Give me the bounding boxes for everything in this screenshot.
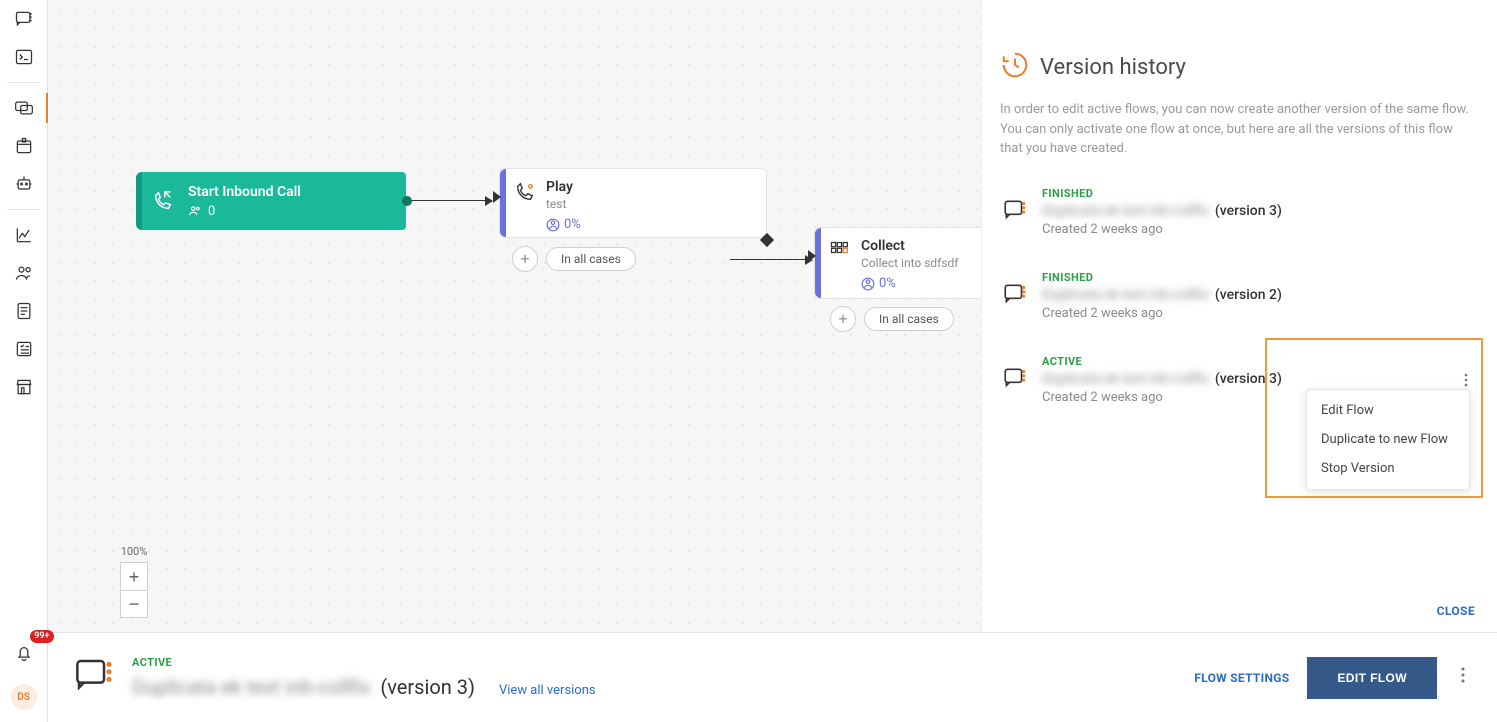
- edge-start-to-play: [406, 200, 492, 201]
- version-status: FINISHED: [1042, 187, 1282, 200]
- person-pct-icon: [861, 277, 875, 291]
- panel-close-button[interactable]: CLOSE: [1437, 604, 1475, 618]
- sidebar-item-analytics[interactable]: [0, 216, 48, 254]
- user-avatar[interactable]: DS: [11, 684, 37, 710]
- node-play[interactable]: Play test 0%: [499, 168, 767, 238]
- footer-bar: ACTIVE Duplicata ek text inb-collfix (ve…: [48, 632, 1497, 722]
- node-pct: 0%: [879, 276, 896, 291]
- sidebar-item-terminal[interactable]: [0, 38, 48, 76]
- zoom-level: 100%: [121, 545, 148, 558]
- version-status: ACTIVE: [1042, 355, 1282, 368]
- edit-flow-button[interactable]: EDIT FLOW: [1307, 657, 1437, 699]
- edge-play-to-collect: [730, 259, 812, 260]
- version-row[interactable]: FINISHED Duplicata ek text inb-collfix (…: [994, 257, 1485, 335]
- version-menu-button[interactable]: [1455, 369, 1477, 391]
- chat-icon: [1002, 365, 1028, 395]
- left-sidebar: 99+ DS: [0, 0, 48, 722]
- version-row-active[interactable]: ACTIVE Duplicata ek text inb-collfix (ve…: [994, 341, 1485, 419]
- add-branch-collect[interactable]: +: [830, 306, 856, 332]
- chat-icon: [1002, 281, 1028, 311]
- add-branch-play[interactable]: +: [512, 246, 538, 272]
- node-start-count: 0: [208, 204, 215, 219]
- version-row[interactable]: FINISHED Duplicata ek text inb-collfix (…: [994, 173, 1485, 251]
- person-pct-icon: [546, 218, 560, 232]
- version-created: Created 2 weeks ago: [1042, 306, 1282, 321]
- node-title: Play: [546, 179, 752, 195]
- version-created: Created 2 weeks ago: [1042, 222, 1282, 237]
- history-icon: [1000, 50, 1030, 84]
- version-actions-menu: Edit Flow Duplicate to new Flow Stop Ver…: [1306, 389, 1470, 490]
- version-name: Duplicata ek text inb-collfix: [1042, 287, 1209, 303]
- flow-status: ACTIVE: [132, 656, 596, 669]
- version-suffix: (version 2): [1215, 287, 1282, 303]
- phone-play-icon: [514, 181, 536, 207]
- people-icon: [188, 204, 202, 218]
- node-start-inbound-call[interactable]: Start Inbound Call 0: [136, 172, 406, 230]
- chat-icon: [1002, 197, 1028, 227]
- flow-version: (version 3): [380, 675, 475, 699]
- zoom-controls: 100% + −: [120, 545, 148, 618]
- footer-more-button[interactable]: [1455, 661, 1471, 694]
- sidebar-item-doc[interactable]: [0, 292, 48, 330]
- menu-duplicate-flow[interactable]: Duplicate to new Flow: [1307, 425, 1469, 454]
- phone-in-icon: [152, 190, 174, 216]
- sidebar-item-bot[interactable]: [0, 165, 48, 203]
- version-name: Duplicata ek text inb-collfix: [1042, 371, 1209, 387]
- branch-pill-collect[interactable]: In all cases: [864, 307, 954, 331]
- sidebar-item-flows[interactable]: [0, 89, 48, 127]
- panel-title: Version history: [1040, 55, 1186, 80]
- sidebar-item-people[interactable]: [0, 254, 48, 292]
- sidebar-item-box[interactable]: [0, 127, 48, 165]
- sidebar-item-store[interactable]: [0, 368, 48, 406]
- zoom-in-button[interactable]: +: [120, 562, 148, 590]
- zoom-out-button[interactable]: −: [120, 590, 148, 618]
- flow-name: Duplicata ek text inb-collfix: [132, 675, 370, 699]
- view-all-versions-link[interactable]: View all versions: [499, 683, 596, 698]
- sidebar-item-chat[interactable]: [0, 0, 48, 38]
- node-subtitle: test: [546, 197, 752, 211]
- grid-icon: [829, 240, 849, 264]
- node-title: Start Inbound Call: [188, 184, 301, 200]
- chat-icon: [74, 656, 114, 700]
- notifications-button[interactable]: 99+: [0, 634, 48, 672]
- node-pct: 0%: [564, 217, 581, 232]
- version-created: Created 2 weeks ago: [1042, 390, 1282, 405]
- flow-settings-button[interactable]: FLOW SETTINGS: [1194, 671, 1289, 685]
- sidebar-item-checklist[interactable]: [0, 330, 48, 368]
- version-status: FINISHED: [1042, 271, 1282, 284]
- panel-description: In order to edit active flows, you can n…: [982, 100, 1497, 173]
- version-suffix: (version 3): [1215, 371, 1282, 387]
- menu-stop-version[interactable]: Stop Version: [1307, 454, 1469, 483]
- version-history-panel: Version history In order to edit active …: [981, 0, 1497, 632]
- version-suffix: (version 3): [1215, 203, 1282, 219]
- notification-badge: 99+: [30, 630, 53, 643]
- version-name: Duplicata ek text inb-collfix: [1042, 203, 1209, 219]
- branch-pill-play[interactable]: In all cases: [546, 247, 636, 271]
- menu-edit-flow[interactable]: Edit Flow: [1307, 396, 1469, 425]
